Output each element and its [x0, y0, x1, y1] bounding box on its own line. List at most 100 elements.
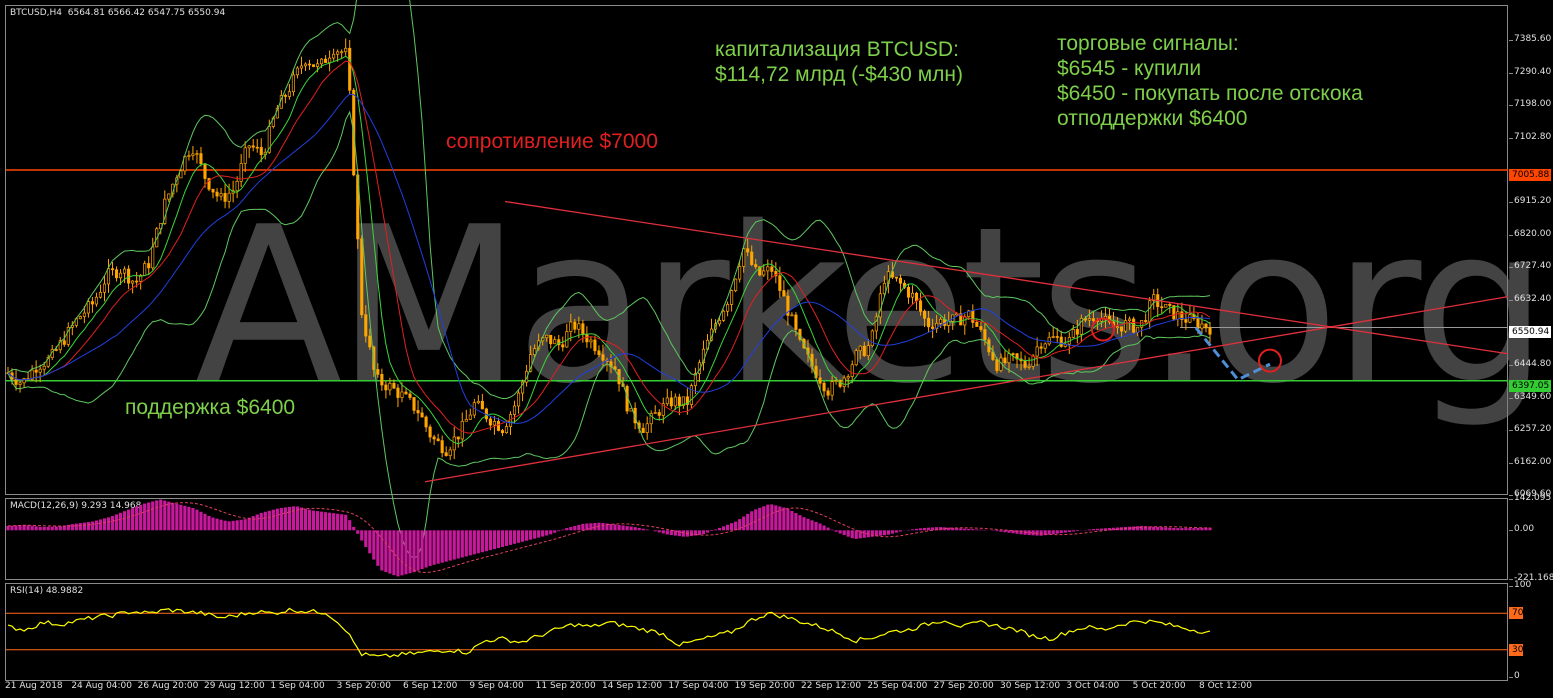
candle-body: [850, 364, 854, 377]
candle-body: [151, 246, 155, 269]
candle-body: [742, 248, 746, 267]
candle-body: [923, 310, 927, 319]
time-tick-label: 25 Sep 04:00: [867, 681, 928, 691]
candle-body: [730, 290, 734, 305]
candle-body: [480, 400, 484, 410]
candle-body: [1204, 323, 1208, 329]
candle-body: [589, 339, 593, 343]
candle-body: [187, 155, 191, 157]
candle-body: [255, 146, 259, 149]
candle-body: [215, 191, 219, 197]
price-tick-label: 6444.80: [1508, 359, 1552, 370]
time-tick-label: 14 Sep 12:00: [602, 681, 663, 691]
candle-body: [573, 321, 577, 330]
resistance-annotation: сопротивление $7000: [446, 130, 658, 153]
candle-body: [963, 316, 967, 326]
candle-body: [86, 301, 90, 314]
candle-body: [1208, 327, 1212, 335]
candle-body: [440, 440, 444, 454]
candle-body: [82, 312, 86, 317]
candle-body: [738, 266, 742, 280]
time-tick-label: 22 Sep 12:00: [801, 681, 862, 691]
candle-body: [18, 382, 22, 385]
candle-body: [315, 63, 320, 67]
candle-body: [1075, 329, 1079, 335]
candle-body: [894, 276, 898, 279]
candle-body: [677, 396, 681, 406]
time-tick-label: 29 Aug 12:00: [204, 681, 265, 691]
candle-body: [191, 153, 195, 156]
candle-body: [734, 278, 738, 291]
candle-body: [299, 65, 304, 69]
candle-body: [657, 412, 661, 416]
candle-body: [420, 412, 424, 418]
candle-body: [669, 397, 673, 407]
candle-body: [464, 418, 468, 422]
macd-scale[interactable]: 142.095 0.00 -221.168: [1508, 493, 1553, 583]
candle-body: [1120, 326, 1124, 332]
candle-body: [54, 349, 58, 351]
rsi-level-tag: 30: [1509, 643, 1523, 656]
candle-body: [689, 385, 693, 405]
rsi-level-tag: 70: [1509, 607, 1523, 620]
candle-body: [219, 193, 223, 197]
candle-body: [975, 322, 979, 327]
candle-body: [577, 323, 581, 330]
time-tick-label: 17 Sep 04:00: [668, 681, 729, 691]
candle-body: [336, 51, 340, 55]
candle-body: [14, 378, 18, 385]
price-tick-label: 6820.00: [1508, 229, 1552, 240]
candle-body: [1160, 306, 1164, 309]
candle-body: [512, 405, 517, 415]
time-tick-label: 11 Sep 20:00: [535, 681, 596, 691]
candle-body: [412, 397, 416, 411]
time-tick-label: 19 Sep 20:00: [734, 681, 795, 691]
candle-body: [910, 292, 915, 298]
candle-body: [344, 47, 348, 53]
candle-body: [94, 296, 98, 305]
time-axis[interactable]: 21 Aug 2018 24 Aug 04:00 26 Aug 20:00 29 Au…: [0, 681, 1510, 698]
candle-body: [436, 438, 440, 441]
candle-body: [754, 264, 758, 268]
candle-body: [906, 286, 911, 298]
target-signal-circle: [1258, 348, 1282, 373]
candle-body: [119, 272, 123, 279]
candle-body: [826, 390, 830, 396]
candle-body: [1148, 300, 1152, 322]
candle-body: [971, 310, 975, 323]
candle-body: [38, 368, 42, 373]
candle-body: [1176, 311, 1180, 320]
candle-body: [90, 301, 94, 305]
candle-body: [488, 418, 492, 426]
candle-body: [834, 380, 838, 382]
candle-body: [561, 344, 565, 348]
candle-body: [858, 345, 862, 352]
candle-body: [1011, 353, 1015, 355]
candle-body: [98, 291, 103, 298]
candle-body: [641, 427, 645, 433]
candle-body: [818, 377, 822, 384]
price-scale[interactable]: 7385.60 7290.40 7198.00 7102.80 7005.88 6915.…: [1508, 5, 1553, 499]
candle-body: [533, 348, 537, 356]
candle-body: [822, 382, 826, 392]
candle-body: [898, 277, 903, 284]
rsi-scale[interactable]: 100 70 30 0: [1508, 580, 1553, 681]
candle-body: [585, 334, 589, 343]
candle-body: [143, 263, 147, 276]
candle-body: [307, 63, 312, 66]
candle-body: [368, 335, 372, 348]
time-tick-label: 3 Oct 04:00: [1066, 681, 1120, 691]
candle-body: [432, 436, 436, 440]
candle-body: [1055, 336, 1059, 338]
candle-body: [866, 345, 870, 357]
candle-body: [106, 268, 111, 285]
candle-body: [1023, 360, 1027, 368]
price-tick-label: 7102.80: [1508, 131, 1552, 142]
candle-body: [569, 321, 573, 332]
candle-body: [1184, 319, 1188, 323]
price-tick-label: 6257.20: [1508, 424, 1552, 435]
candle-body: [1188, 314, 1192, 323]
candle-body: [593, 339, 597, 352]
candle-body: [380, 374, 384, 386]
candle-body: [456, 436, 460, 440]
